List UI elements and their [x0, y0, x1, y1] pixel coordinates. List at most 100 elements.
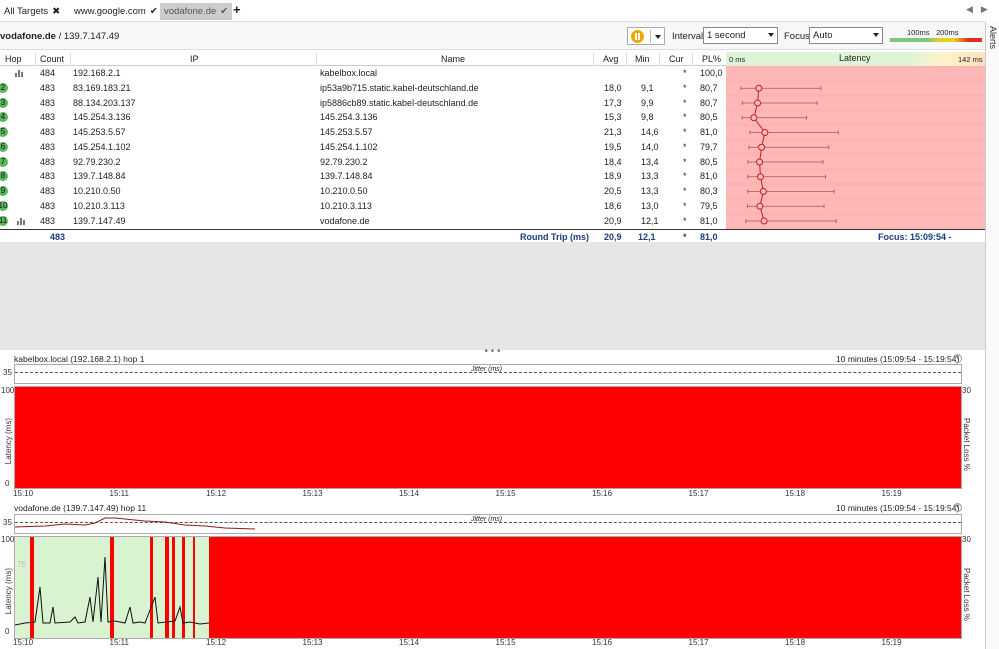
cell-ip: 192.168.2.1: [73, 68, 121, 78]
bar-chart-icon: [15, 68, 25, 79]
col-latency[interactable]: 0 ms Latency 142 ms: [726, 52, 985, 66]
cell-pl: 81,0: [700, 215, 718, 226]
graph2-range: 10 minutes (15:09:54 - 15:19:54): [836, 503, 960, 513]
time-tick: 15:16: [592, 489, 613, 498]
cell-min: 13,0: [641, 200, 659, 211]
latency-avg-point: [756, 173, 764, 181]
cell-count: 483: [40, 156, 56, 167]
graph1-ymax: 100: [1, 386, 15, 395]
time-tick: 15:15: [495, 638, 516, 647]
cell-cur: *: [683, 127, 687, 137]
graph2-header: vodafone.de (139.7.147.49) hop 11 10 min…: [0, 502, 985, 513]
cell-count: 483: [40, 112, 56, 123]
col-ip[interactable]: IP: [190, 54, 199, 64]
col-pl[interactable]: PL%: [702, 54, 721, 64]
graph1-ymin: 0: [5, 479, 10, 488]
breadcrumb: vodafone.de / 139.7.147.49: [0, 31, 119, 42]
loss-spike: [172, 537, 175, 638]
tab-google[interactable]: www.google.com ✔: [70, 3, 162, 20]
alerts-label: Alerts: [988, 26, 998, 50]
empty-area: [0, 242, 985, 350]
chevron-down-icon[interactable]: ▼: [953, 354, 962, 363]
cell-cur: *: [683, 68, 687, 78]
cell-cur: *: [683, 215, 687, 226]
col-cur[interactable]: Cur: [669, 54, 684, 64]
time-tick: 15:12: [206, 638, 227, 647]
cell-avg: 21,3: [604, 127, 622, 137]
summary-row: 483 Round Trip (ms) 20,9 12,1 * 81,0 Foc…: [0, 229, 985, 252]
breadcrumb-host: vodafone.de: [0, 31, 56, 42]
cell-count: 483: [40, 171, 56, 182]
time-tick: 15:19: [881, 489, 902, 498]
latency-avg-point: [755, 84, 763, 92]
cell-avg: 18,0: [604, 82, 622, 93]
tab-all-targets[interactable]: All Targets ✖: [0, 3, 64, 20]
pause-button[interactable]: [627, 27, 665, 45]
col-count[interactable]: Count: [40, 54, 64, 64]
col-name[interactable]: Name: [441, 54, 465, 64]
cell-pl: 81,0: [700, 127, 718, 137]
summary-count: 483: [50, 232, 66, 242]
cell-ip: 145.254.1.102: [73, 141, 131, 152]
time-tick: 15:10: [13, 638, 34, 647]
latency-avg-point: [759, 188, 767, 195]
graph2-ylabel: Latency (ms): [4, 568, 13, 615]
cell-min: 13,3: [641, 171, 659, 182]
graph1-range: 10 minutes (15:09:54 - 15:19:54): [836, 354, 960, 364]
col-avg[interactable]: Avg: [603, 54, 618, 64]
tab-label: vodafone.de: [164, 6, 217, 17]
table-header: Hop Count IP Name Avg Min Cur PL% 0 ms L…: [0, 52, 985, 66]
cell-name: 145.253.5.57: [320, 127, 373, 137]
cell-ip: 83.169.183.21: [73, 82, 131, 93]
cell-ip: 92.79.230.2: [73, 156, 121, 167]
graph2-ymax: 100: [1, 535, 15, 544]
latency-avg-point: [760, 217, 768, 225]
cell-name: 145.254.1.102: [320, 141, 378, 152]
cell-cur: *: [683, 186, 687, 196]
time-tick: 15:13: [302, 489, 323, 498]
interval-select[interactable]: 1 second: [703, 27, 778, 44]
cell-ip: 10.210.3.113: [73, 200, 125, 211]
legend-200ms: 200ms: [936, 28, 959, 37]
time-tick: 15:14: [399, 638, 420, 647]
cell-cur: *: [683, 200, 687, 211]
cell-name: 10.210.0.50: [320, 186, 368, 196]
cell-ip: 10.210.0.50: [73, 186, 121, 196]
scroll-left-icon[interactable]: ◀: [966, 4, 973, 15]
chevron-down-icon[interactable]: ▼: [953, 503, 962, 512]
latency-scale-max: 142 ms: [958, 55, 983, 64]
summary-avg: 20,9: [604, 232, 622, 242]
time-tick: 15:14: [399, 489, 420, 498]
interval-value: 1 second: [707, 30, 746, 41]
cell-count: 483: [40, 215, 56, 226]
cell-cur: *: [683, 141, 687, 152]
col-hop[interactable]: Hop: [5, 54, 22, 64]
hop-badge: 4: [0, 112, 8, 123]
col-min[interactable]: Min: [635, 54, 650, 64]
cell-cur: *: [683, 82, 687, 93]
cell-avg: 20,5: [604, 186, 622, 196]
scroll-right-icon[interactable]: ▶: [981, 4, 988, 15]
close-icon[interactable]: ✖: [52, 6, 60, 17]
graph1-ylabel: Latency (ms): [4, 418, 13, 465]
alerts-panel[interactable]: Alerts: [985, 22, 999, 649]
summary-label: Round Trip (ms): [520, 232, 589, 242]
cell-pl: 79,7: [700, 141, 718, 152]
focus-select[interactable]: Auto: [809, 27, 883, 44]
cell-name: ip53a9b715.static.kabel-deutschland.de: [320, 82, 479, 93]
hop-badge: 5: [0, 127, 8, 137]
cell-avg: 18,9: [604, 171, 622, 182]
check-icon: ✔: [149, 6, 158, 17]
check-icon: ✔: [220, 6, 229, 17]
time-tick: 15:18: [785, 489, 806, 498]
summary-min: 12,1: [638, 232, 656, 242]
latency-mini-chart: [726, 68, 985, 227]
tab-vodafone[interactable]: vodafone.de ✔: [160, 3, 233, 20]
cell-pl: 80,3: [700, 186, 718, 196]
legend-100ms: 100ms: [907, 28, 930, 37]
cell-name: kabelbox.local: [320, 68, 378, 78]
latency-title: Latency: [839, 53, 871, 63]
hop-badge: 2: [0, 82, 8, 93]
add-tab-button[interactable]: +: [233, 3, 241, 17]
focus-value: Auto: [813, 30, 833, 41]
